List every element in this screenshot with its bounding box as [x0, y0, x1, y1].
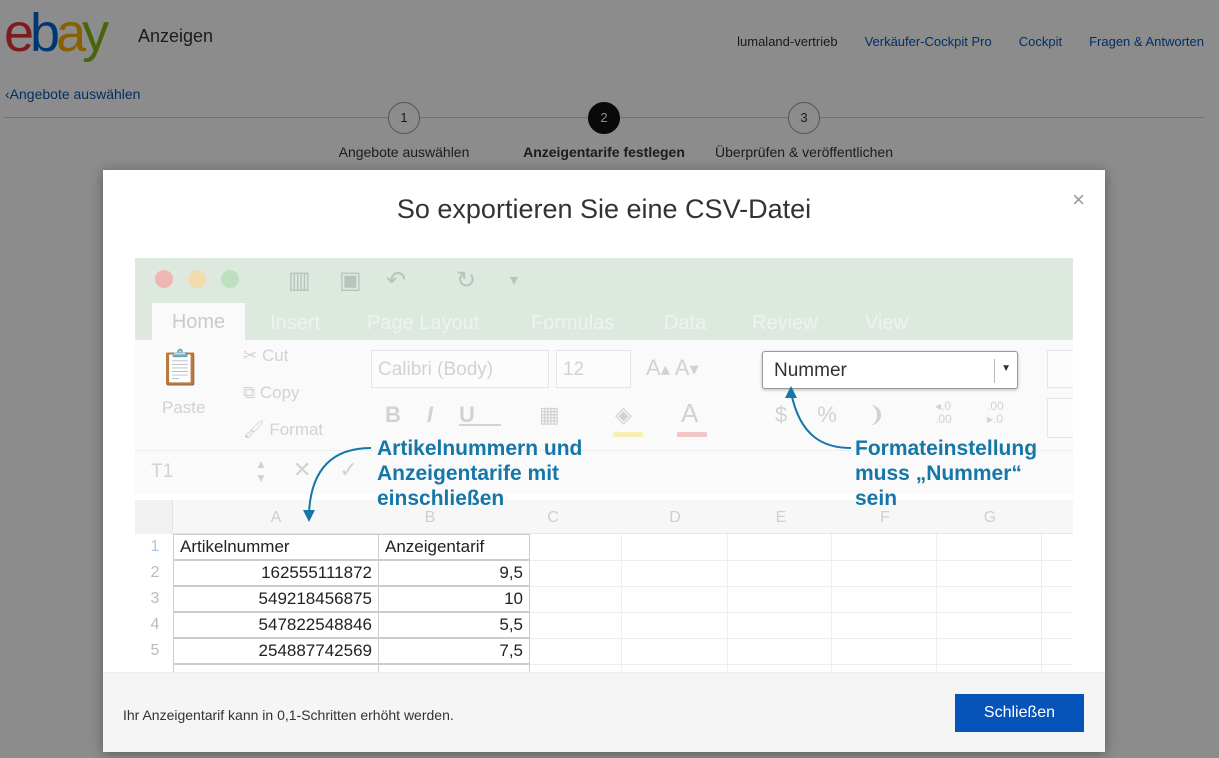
- csv-export-modal: So exportieren Sie eine CSV-Datei × ▥ ▣ …: [103, 170, 1105, 752]
- close-icon[interactable]: ×: [1072, 189, 1085, 211]
- arrow-right-head: [785, 386, 797, 398]
- excel-illustration: ▥ ▣ ↶ ↻ ▾ Home Insert Page Layout Formul…: [135, 258, 1073, 672]
- close-button[interactable]: Schließen: [955, 694, 1084, 732]
- modal-title: So exportieren Sie eine CSV-Datei: [396, 194, 812, 224]
- arrow-right-path: [790, 391, 852, 449]
- arrow-left-head: [303, 510, 315, 522]
- callout-arrows: [303, 386, 852, 522]
- arrow-left-path: [308, 447, 372, 513]
- footer-hint: Ihr Anzeigentarif kann in 0,1-Schritten …: [123, 707, 454, 723]
- modal-footer: Ihr Anzeigentarif kann in 0,1-Schritten …: [103, 672, 1105, 752]
